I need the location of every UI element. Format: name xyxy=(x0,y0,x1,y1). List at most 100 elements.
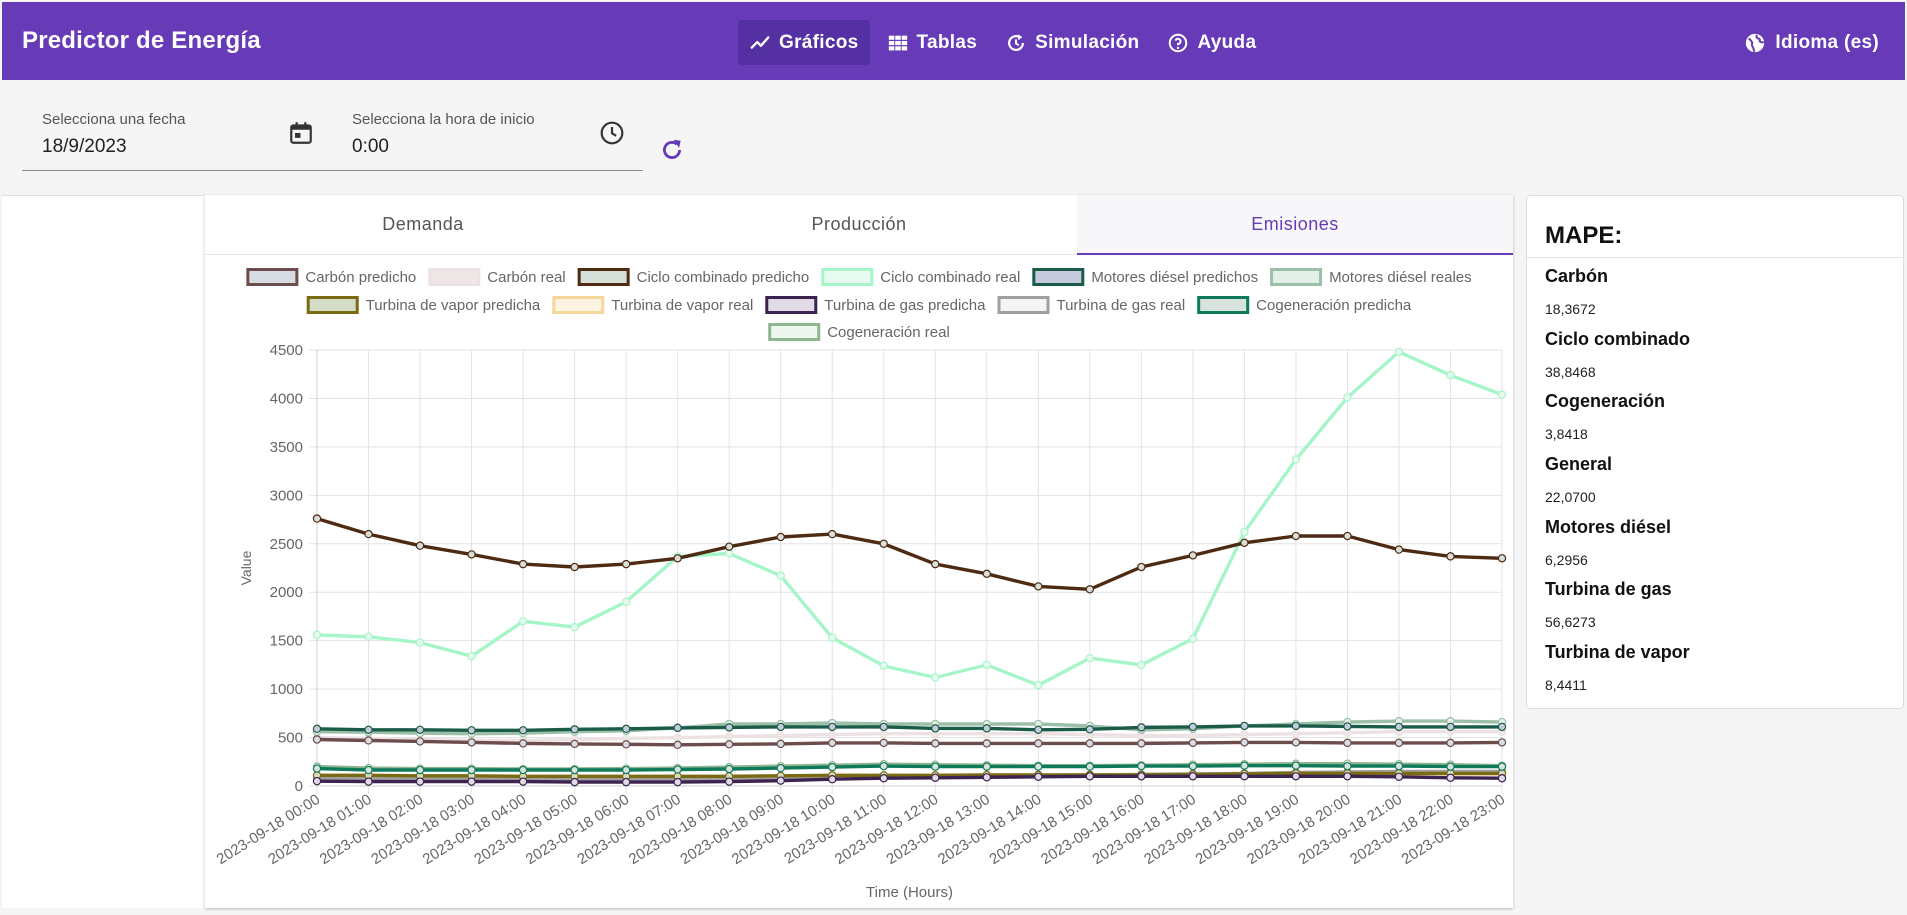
clock-icon[interactable] xyxy=(599,120,625,146)
tab-produccion[interactable]: Producción xyxy=(641,195,1077,254)
data-point xyxy=(621,597,631,607)
data-point xyxy=(364,736,373,745)
data-point xyxy=(1137,723,1146,732)
data-point xyxy=(621,765,631,775)
data-point xyxy=(364,529,373,539)
data-point xyxy=(415,765,425,775)
data-point xyxy=(570,622,579,632)
mape-name: Turbina de vapor xyxy=(1545,642,1690,663)
data-point xyxy=(1240,730,1249,739)
data-point xyxy=(724,549,734,558)
legend-swatch xyxy=(1270,268,1323,286)
legend-item: Cogeneración predicha xyxy=(1197,296,1412,314)
data-point xyxy=(1240,772,1249,781)
legend-item: Turbina de vapor real xyxy=(552,296,753,314)
data-point xyxy=(1343,531,1352,541)
nav-simulacion-button[interactable]: Simulación xyxy=(994,20,1150,65)
nav-tablas-button[interactable]: Tablas xyxy=(876,20,989,65)
data-point xyxy=(1497,762,1507,771)
data-point xyxy=(1188,772,1198,781)
data-point xyxy=(1240,527,1249,537)
y-tick-label: 3000 xyxy=(270,487,303,504)
data-point xyxy=(1188,551,1198,560)
legend-label: Turbina de vapor real xyxy=(611,297,753,314)
mape-name: Carbón xyxy=(1545,266,1608,286)
data-point xyxy=(1188,634,1198,643)
data-point xyxy=(518,726,528,735)
legend-swatch xyxy=(306,296,359,314)
date-picker-label: Selecciona una fecha xyxy=(42,111,186,128)
data-point xyxy=(1085,585,1095,594)
legend-item: Carbón predicho xyxy=(246,268,416,286)
legend-swatch xyxy=(1032,268,1085,286)
data-point xyxy=(1034,762,1043,771)
data-point xyxy=(467,738,476,747)
legend-label: Ciclo combinado real xyxy=(880,269,1020,286)
legend-item: Turbina de gas real xyxy=(997,296,1185,314)
data-point xyxy=(776,776,785,785)
nav-ayuda-button[interactable]: Ayuda xyxy=(1156,20,1267,65)
refresh-icon[interactable] xyxy=(659,137,685,163)
start-time-label: Selecciona la hora de inicio xyxy=(352,111,535,128)
y-tick-label: 0 xyxy=(295,778,303,795)
nav-tablas-label: Tablas xyxy=(916,31,978,53)
data-point xyxy=(982,724,991,733)
mape-title: MAPE: xyxy=(1545,222,1623,249)
data-point xyxy=(879,774,888,783)
data-point xyxy=(931,762,940,771)
data-point xyxy=(828,762,837,772)
data-point xyxy=(1446,773,1455,782)
data-point xyxy=(621,740,631,749)
mape-item-motores-diesel: Motores diésel 6,2956 xyxy=(1545,511,1690,574)
data-point xyxy=(1446,762,1455,771)
data-point xyxy=(879,539,888,548)
chart-tabs: Demanda Producción Emisiones xyxy=(205,195,1513,255)
tab-emisiones[interactable]: Emisiones xyxy=(1077,195,1513,255)
y-tick-label: 2500 xyxy=(270,536,303,553)
legend-item: Motores diésel predichos xyxy=(1032,268,1258,286)
data-point xyxy=(828,722,837,732)
legend-swatch xyxy=(821,268,874,286)
main-nav: Gráficos Tablas Simulación Ayuda xyxy=(738,20,1267,65)
calendar-icon[interactable] xyxy=(288,120,314,146)
mape-value: 8,4411 xyxy=(1545,677,1587,694)
data-point xyxy=(931,773,940,782)
data-point xyxy=(1291,761,1301,770)
data-point xyxy=(879,729,888,738)
tab-demanda[interactable]: Demanda xyxy=(205,195,641,254)
date-picker-field[interactable]: Selecciona una fecha 18/9/2023 xyxy=(22,100,329,172)
data-point xyxy=(1497,774,1507,783)
data-point xyxy=(776,722,785,732)
start-time-field[interactable]: Selecciona la hora de inicio 0:00 xyxy=(329,100,643,172)
data-point xyxy=(364,632,373,641)
data-point xyxy=(1240,538,1249,548)
date-picker-value[interactable]: 18/9/2023 xyxy=(42,136,127,158)
data-point xyxy=(518,739,528,748)
data-point xyxy=(982,762,991,771)
app-title: Predictor de Energía xyxy=(22,27,261,54)
start-time-value[interactable]: 0:00 xyxy=(352,136,389,158)
data-point xyxy=(1394,738,1404,748)
left-blank-pane xyxy=(2,195,205,908)
data-point xyxy=(415,541,425,550)
data-point xyxy=(1085,725,1095,734)
data-point xyxy=(1240,721,1249,731)
data-point xyxy=(467,777,476,786)
language-label: Idioma (es) xyxy=(1775,31,1879,53)
data-point xyxy=(982,739,991,748)
language-button[interactable]: Idioma (es) xyxy=(1744,20,1879,65)
data-point xyxy=(828,775,837,784)
data-point xyxy=(1394,761,1404,771)
data-point xyxy=(931,559,940,569)
data-point xyxy=(776,763,785,773)
mape-value: 22,0700 xyxy=(1545,489,1596,506)
data-point xyxy=(415,737,425,746)
data-point xyxy=(1291,455,1301,464)
data-point xyxy=(724,777,734,786)
data-point xyxy=(621,724,631,734)
app-bar: Predictor de Energía Gráficos Tablas Sim… xyxy=(2,2,1905,80)
mape-value: 3,8418 xyxy=(1545,426,1588,443)
nav-graficos-button[interactable]: Gráficos xyxy=(738,20,870,65)
mape-name: General xyxy=(1545,454,1613,475)
data-point xyxy=(364,777,373,786)
